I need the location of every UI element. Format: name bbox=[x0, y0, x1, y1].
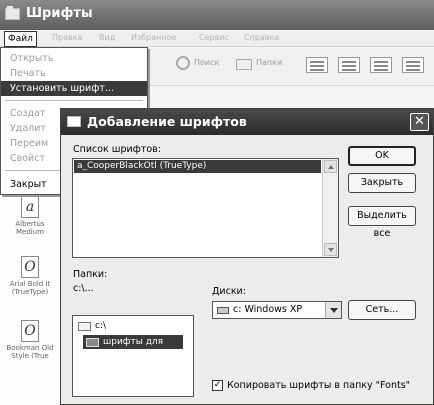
folders-button[interactable]: Папки bbox=[256, 58, 282, 67]
menu-file[interactable]: Файл bbox=[4, 31, 37, 47]
folder-item[interactable]: c:\ bbox=[75, 319, 106, 333]
folder-item-label: c:\ bbox=[95, 321, 107, 331]
drives-select[interactable]: c: Windows XP bbox=[212, 301, 342, 319]
menu-view[interactable]: Вид bbox=[99, 33, 115, 42]
font-file-icon: O bbox=[21, 320, 39, 342]
menu-item-install-font[interactable]: Установить шрифт... bbox=[1, 81, 147, 96]
folder-open-icon bbox=[78, 322, 91, 331]
menu-item-open[interactable]: Открыть bbox=[1, 51, 147, 66]
copy-fonts-checkbox[interactable]: ✓ bbox=[212, 380, 223, 391]
folder-icon bbox=[5, 6, 20, 20]
search-icon bbox=[176, 56, 190, 70]
copy-fonts-label: Копировать шрифты в папку "Fonts" bbox=[227, 380, 411, 391]
ok-button[interactable]: OK bbox=[348, 146, 416, 166]
menu-tools[interactable]: Сервис bbox=[199, 33, 229, 42]
add-fonts-dialog: Добавление шрифтов ✕ Список шрифтов: a_C… bbox=[60, 108, 434, 405]
folder-open-icon bbox=[86, 338, 99, 347]
view-similarity-icon[interactable] bbox=[370, 57, 392, 73]
folder-item[interactable]: шрифты для уста bbox=[83, 335, 183, 361]
select-all-button[interactable]: Выделить все bbox=[348, 206, 416, 239]
close-icon[interactable]: ✕ bbox=[410, 113, 429, 131]
window-title: Шрифты bbox=[26, 6, 93, 21]
font-file-name: Arial Bold It (TrueType) bbox=[9, 280, 51, 296]
fonts-list-label: Список шрифтов: bbox=[73, 144, 161, 155]
folder-item-label: шрифты для уста bbox=[103, 337, 164, 361]
dialog-titlebar: Добавление шрифтов ✕ bbox=[61, 109, 433, 135]
drives-select-value: c: Windows XP bbox=[233, 304, 303, 315]
drives-label: Диски: bbox=[212, 286, 246, 297]
font-file-item[interactable]: O Bookman Old Style (True bbox=[2, 320, 58, 360]
drive-icon bbox=[217, 307, 229, 314]
scroll-up-icon[interactable] bbox=[324, 160, 337, 173]
search-button[interactable]: Поиск bbox=[194, 58, 219, 67]
fonts-list-scrollbar[interactable] bbox=[322, 159, 338, 257]
menu-bar: Файл Правка Вид Избранное Сервис Справка bbox=[0, 31, 434, 47]
chevron-down-icon[interactable] bbox=[325, 302, 341, 318]
font-files-pane: a Albertus Medium O Arial Bold It (TrueT… bbox=[0, 196, 62, 405]
font-file-name: Bookman Old Style (True bbox=[6, 344, 54, 360]
dialog-title: Добавление шрифтов bbox=[87, 114, 247, 129]
folders-icon bbox=[236, 59, 252, 70]
font-file-item[interactable]: a Albertus Medium bbox=[2, 196, 58, 236]
window-icon bbox=[67, 116, 81, 127]
font-file-icon: O bbox=[21, 256, 39, 278]
view-details-icon[interactable] bbox=[402, 57, 424, 73]
font-file-name: Albertus Medium bbox=[15, 220, 45, 236]
menu-favorites[interactable]: Избранное bbox=[131, 33, 176, 42]
font-file-item[interactable]: O Arial Bold It (TrueType) bbox=[2, 256, 58, 296]
view-large-icons-icon[interactable] bbox=[306, 57, 328, 73]
view-list-icon[interactable] bbox=[338, 57, 360, 73]
fonts-list[interactable]: a_CooperBlackOtl (TrueType) bbox=[72, 158, 339, 258]
menu-help[interactable]: Справка bbox=[244, 33, 279, 42]
fonts-window-titlebar: Шрифты bbox=[0, 0, 434, 30]
close-button[interactable]: Закрыть bbox=[348, 173, 416, 193]
list-item[interactable]: a_CooperBlackOtl (TrueType) bbox=[74, 160, 321, 173]
scroll-down-icon[interactable] bbox=[324, 243, 337, 256]
current-path: c:\... bbox=[73, 283, 94, 294]
toolbar: Поиск Папки bbox=[148, 48, 434, 86]
menu-edit[interactable]: Правка bbox=[52, 33, 82, 42]
folders-label: Папки: bbox=[73, 269, 108, 280]
network-button[interactable]: Сеть... bbox=[348, 300, 416, 320]
menu-separator bbox=[5, 100, 143, 101]
font-file-icon: a bbox=[21, 196, 39, 218]
menu-item-print[interactable]: Печать bbox=[1, 66, 147, 81]
folders-list[interactable]: c:\ шрифты для уста bbox=[72, 315, 194, 397]
